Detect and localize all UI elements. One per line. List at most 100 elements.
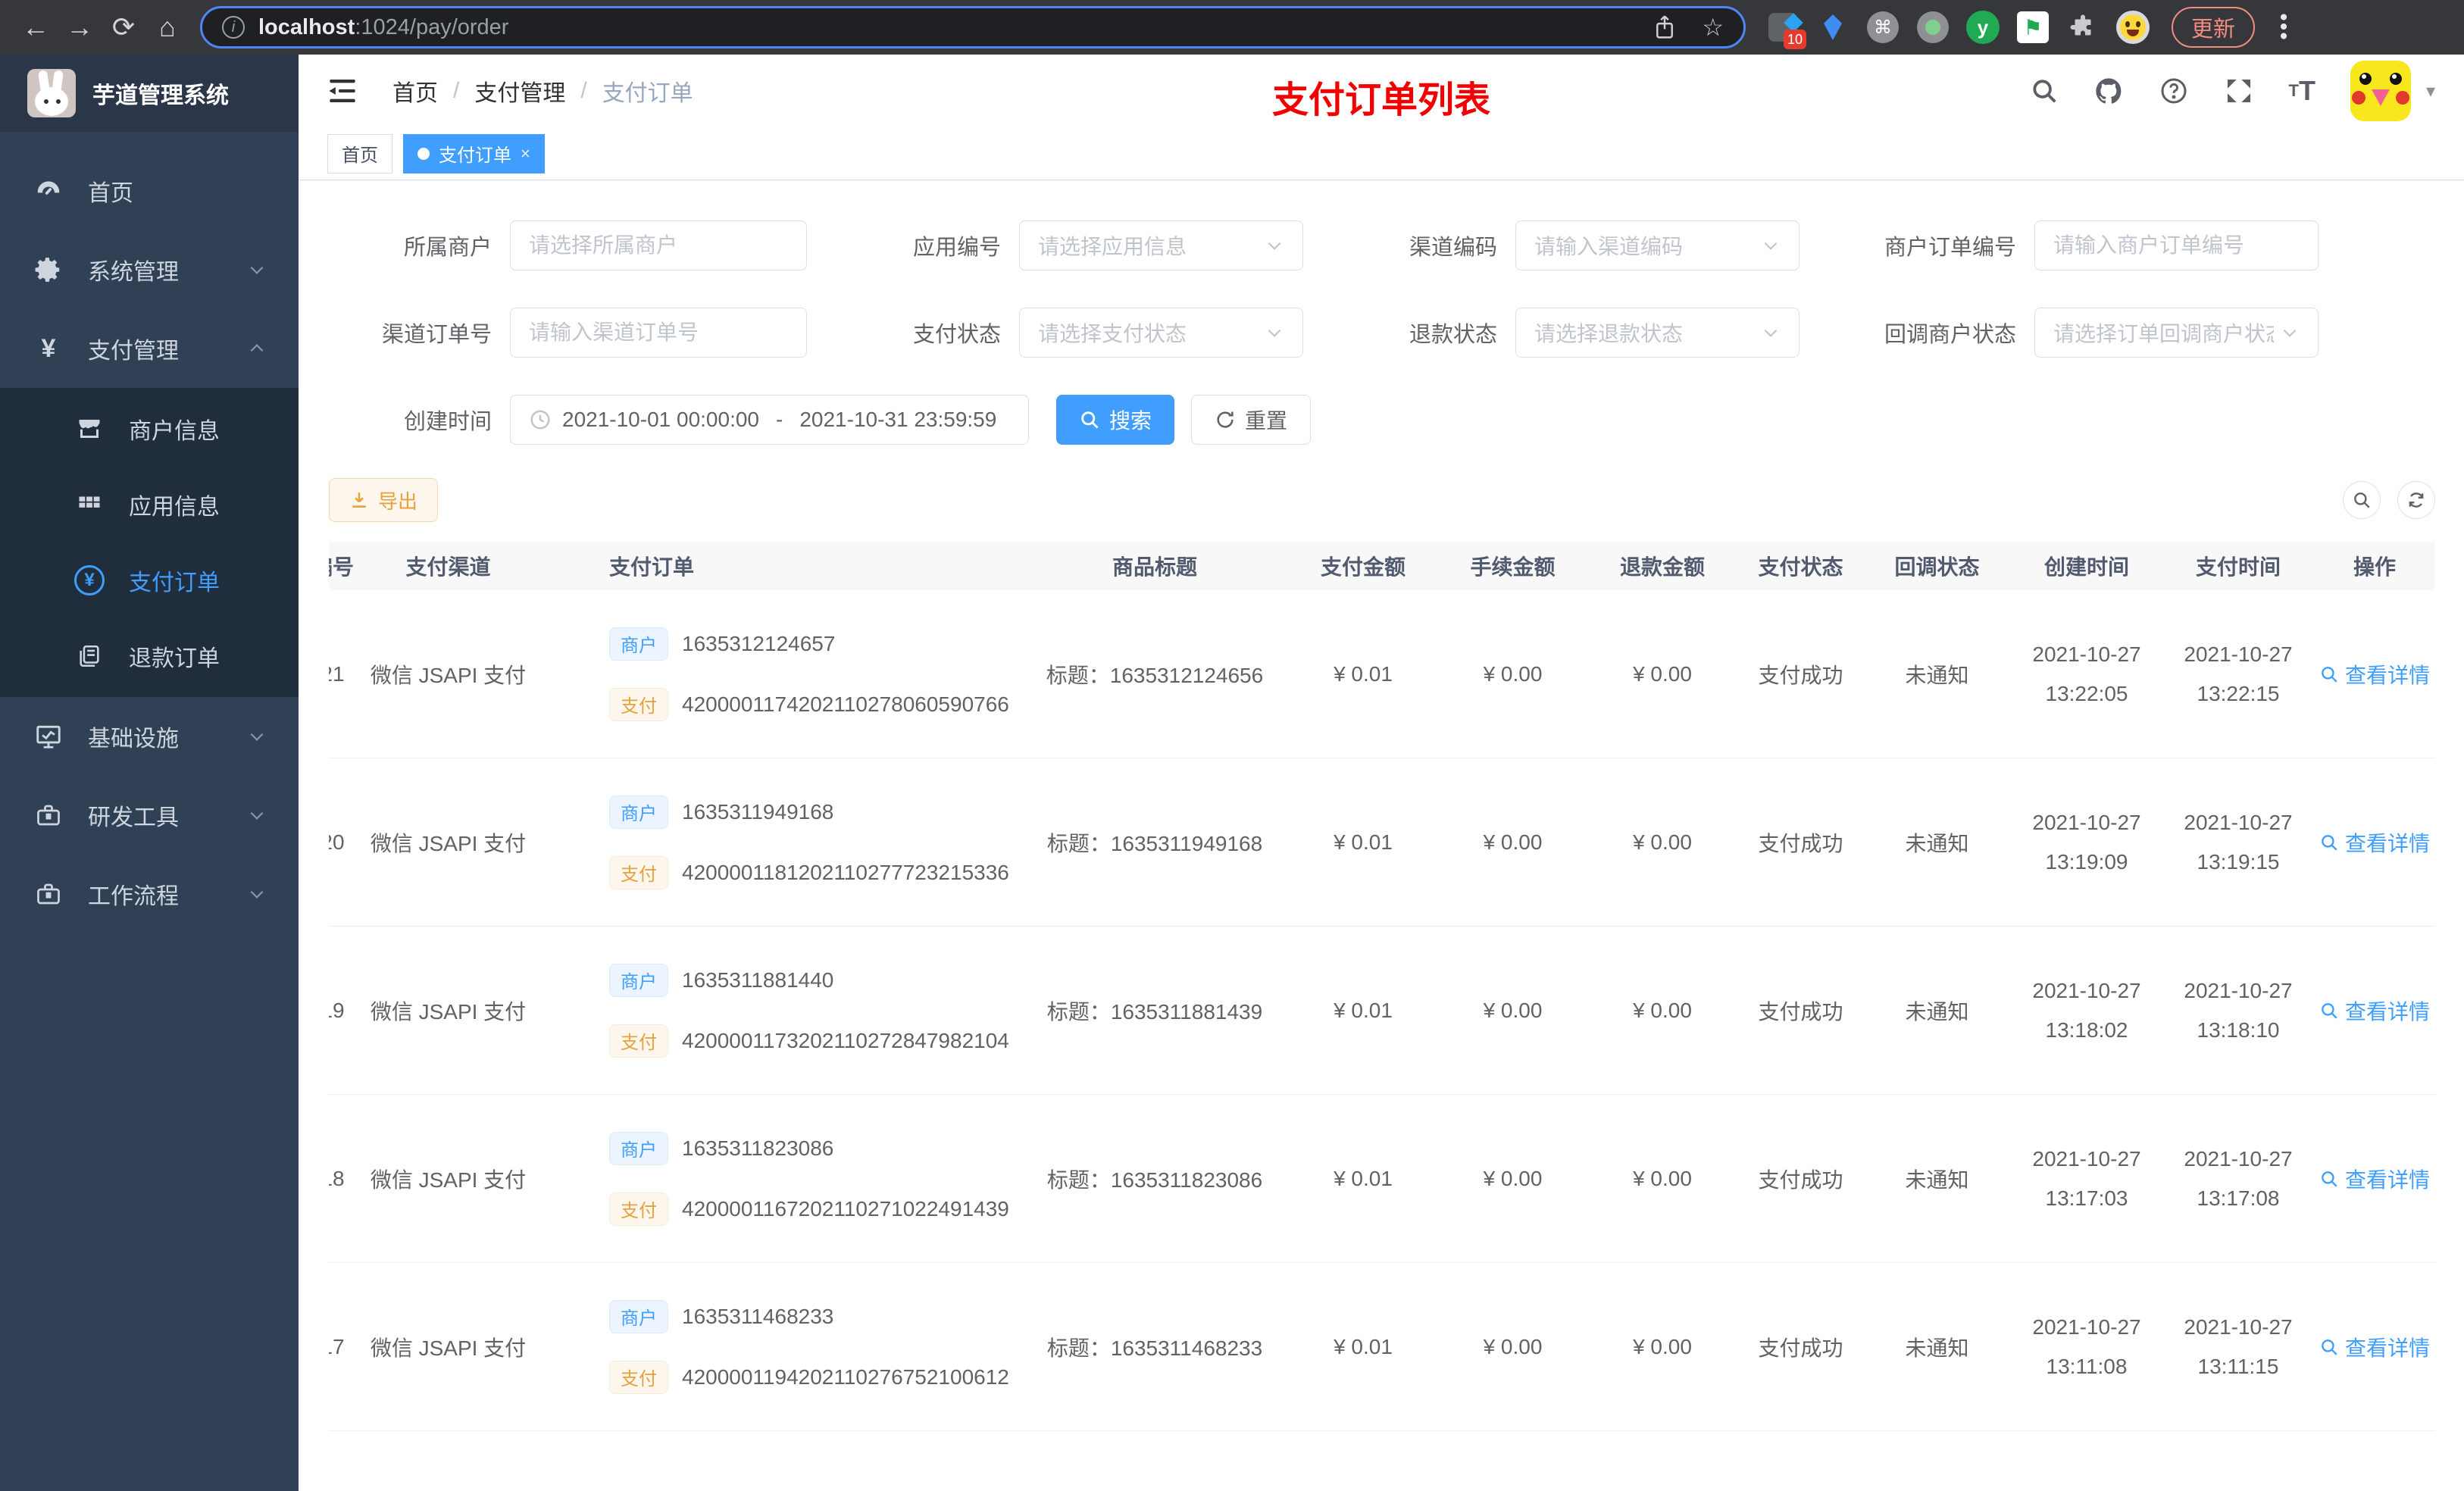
filter-row-date: 创建时间 2021-10-01 00:00:00 - 2021-10-31 23…: [329, 376, 2435, 463]
cell-channel: 微信 JSAPI 支付: [370, 999, 527, 1024]
date-range-input[interactable]: 2021-10-01 00:00:00 - 2021-10-31 23:59:5…: [510, 394, 1029, 445]
merchant-tag: 商户: [609, 1131, 668, 1165]
export-button[interactable]: 导出: [329, 478, 439, 522]
breadcrumb-item-首页[interactable]: 首页: [392, 74, 438, 108]
table-header-row: 编号 支付渠道 支付订单 商品标题 支付金额 手续金额 退款金额 支付状态 回调状态 创建时间 支付…: [329, 542, 2435, 590]
cell-fee: ¥ 0.00: [1483, 1334, 1543, 1358]
monitor-icon: [32, 722, 65, 751]
text-input[interactable]: [529, 320, 788, 345]
hangouts-extension-icon[interactable]: ⚑: [2015, 10, 2050, 45]
filter-field-商户订单编号: 商户订单编号: [1871, 220, 2319, 270]
text-input[interactable]: [2053, 233, 2300, 258]
select-退款状态[interactable]: 请选择退款状态: [1515, 307, 1800, 358]
refresh-button[interactable]: [2397, 481, 2435, 519]
input-所属商户[interactable]: [510, 220, 807, 270]
view-detail-link[interactable]: 查看详情: [2319, 659, 2430, 689]
avatar[interactable]: [2350, 61, 2411, 121]
view-detail-link[interactable]: 查看详情: [2319, 827, 2430, 858]
cell-action: 查看详情: [2314, 590, 2435, 758]
date-start-value: 2021-10-01 00:00:00: [562, 407, 759, 431]
puzzle-extension-icon[interactable]: [2065, 10, 2100, 45]
cell-title: 标题：1635312124656: [1046, 663, 1264, 687]
cell-amount: ¥ 0.01: [1334, 661, 1393, 686]
column-header-create_time: 创建时间: [2043, 555, 2129, 579]
cell-id: [329, 1431, 363, 1491]
close-tab-icon[interactable]: ×: [521, 144, 530, 164]
search-icon[interactable]: [2030, 77, 2059, 105]
sidebar-item-研发工具[interactable]: 研发工具: [0, 776, 299, 855]
pay-order-no: 4200001194202110276752100612: [682, 1364, 1009, 1389]
app-header: 首页 / 支付管理 / 支付订单 支付订单列表 TT ▾: [299, 55, 2464, 127]
merchant-order-line: 商户 1635311468233: [609, 1299, 833, 1333]
pay-order-no: 4200001174202110278060590766: [682, 692, 1009, 716]
cell-create-time: [2011, 1431, 2162, 1491]
toggle-search-button[interactable]: [2343, 481, 2381, 519]
sidebar-item-基础设施[interactable]: 基础设施: [0, 697, 299, 776]
sidebar-item-工作流程[interactable]: 工作流程: [0, 855, 299, 933]
breadcrumb-item-支付管理[interactable]: 支付管理: [474, 74, 565, 108]
pay-tag: 支付: [609, 855, 668, 889]
extension-collection-icon[interactable]: 10: [1765, 10, 1806, 49]
cell-action: 查看详情: [2314, 1095, 2435, 1262]
recorder-extension-icon[interactable]: [1915, 10, 1950, 45]
select-支付状态[interactable]: 请选择支付状态: [1019, 307, 1303, 358]
create-clock: 13:18:02: [2045, 1017, 2128, 1042]
select-placeholder: 请输入渠道编码: [1534, 234, 1684, 258]
browser-update-button[interactable]: 更新: [2172, 7, 2256, 48]
select-应用编号[interactable]: 请选择应用信息: [1019, 220, 1303, 270]
cell-fee: [1439, 1431, 1587, 1491]
command-extension-icon[interactable]: ⌘: [1865, 10, 1900, 45]
view-detail-label: 查看详情: [2344, 663, 2430, 687]
view-detail-link[interactable]: 查看详情: [2319, 1332, 2430, 1362]
browser-reload-button[interactable]: ⟳: [102, 5, 145, 49]
view-detail-link[interactable]: 查看详情: [2319, 1164, 2430, 1194]
table-body: 21微信 JSAPI 支付商户1635312124657支付4200001174…: [329, 590, 2435, 1491]
reset-button[interactable]: 重置: [1191, 394, 1312, 445]
view-detail-label: 查看详情: [2344, 999, 2430, 1024]
cell-notify-status: 未通知: [1905, 1336, 1969, 1360]
sidebar-item-支付订单[interactable]: ¥ 支付订单: [0, 542, 299, 618]
sidebar-item-支付管理[interactable]: ¥ 支付管理: [0, 309, 299, 388]
select-渠道编码[interactable]: 请输入渠道编码: [1515, 220, 1800, 270]
search-button[interactable]: 搜索: [1056, 394, 1175, 445]
table-row: 21 微信 JSAPI 支付 商户 1635312124657 支付 4200001174…: [329, 590, 2435, 758]
sidebar-item-商户信息[interactable]: 商户信息: [0, 391, 299, 467]
select-回调商户状态[interactable]: 请选择订单回调商户状态: [2034, 307, 2319, 358]
sidebar-item-首页[interactable]: 首页: [0, 152, 299, 230]
pay-date: 2021-10-27: [2184, 1146, 2293, 1171]
bookmark-star-icon[interactable]: ☆: [1702, 13, 1724, 42]
browser-back-button[interactable]: ←: [14, 5, 58, 49]
briefcase-icon: [32, 880, 65, 908]
yuque-extension-icon[interactable]: y: [1965, 10, 2000, 45]
site-info-icon[interactable]: i: [222, 16, 245, 39]
input-渠道订单号[interactable]: [510, 307, 807, 358]
gem-extension-icon[interactable]: [1815, 10, 1850, 45]
sidebar-collapse-icon[interactable]: [327, 78, 358, 104]
sidebar-item-系统管理[interactable]: 系统管理: [0, 230, 299, 309]
address-bar[interactable]: i localhost:1024/pay/order ☆: [200, 6, 1746, 48]
browser-home-button[interactable]: ⌂: [145, 5, 189, 49]
avatar-dropdown-icon[interactable]: ▾: [2426, 80, 2435, 102]
create-clock: 13:22:05: [2045, 681, 2128, 705]
browser-forward-button[interactable]: →: [58, 5, 102, 49]
app-logo[interactable]: 芋道管理系统: [0, 55, 299, 132]
help-icon[interactable]: [2159, 76, 2189, 106]
text-input[interactable]: [529, 233, 788, 258]
emoji-extension-icon[interactable]: [2115, 10, 2150, 45]
font-size-icon[interactable]: TT: [2289, 75, 2315, 107]
cell-notify-status: 未通知: [1905, 663, 1969, 687]
sidebar-item-退款订单[interactable]: 退款订单: [0, 618, 299, 694]
view-detail-link[interactable]: 查看详情: [2319, 996, 2430, 1026]
github-icon[interactable]: [2093, 76, 2124, 106]
input-商户订单编号[interactable]: [2034, 220, 2319, 270]
fullscreen-icon[interactable]: [2224, 76, 2254, 106]
tab-支付订单[interactable]: 支付订单 ×: [403, 133, 545, 173]
merchant-order-no: 1635311881440: [682, 967, 834, 992]
column-header-order: 支付订单: [609, 555, 695, 579]
browser-menu-icon[interactable]: •••: [2270, 13, 2296, 42]
filter-row-2: 渠道订单号 支付状态 请选择支付状态 退款状态 请选择退款状态 回调商户状态 请选择订单回调…: [329, 289, 2435, 376]
sidebar-item-应用信息[interactable]: 应用信息: [0, 467, 299, 542]
tab-首页[interactable]: 首页: [327, 133, 392, 173]
share-icon[interactable]: [1653, 14, 1676, 40]
document-icon: [73, 643, 106, 669]
